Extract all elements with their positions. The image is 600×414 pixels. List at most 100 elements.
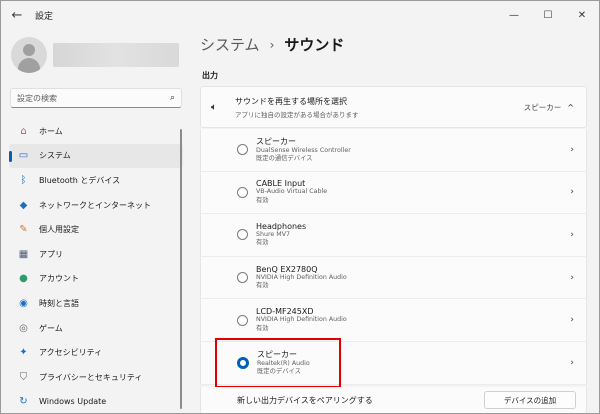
- sidebar-item-gamepad[interactable]: ◎ ゲーム: [9, 316, 183, 341]
- sidebar-item-label: 個人用設定: [39, 225, 79, 235]
- sidebar-item-label: 時刻と言語: [39, 298, 79, 308]
- output-selector-text: サウンドを再生する場所を選択 アプリに独自の設定がある場合があります: [235, 96, 524, 119]
- avatar-head-icon: [23, 44, 35, 56]
- sidebar-item-label: アプリ: [39, 249, 63, 259]
- bluetooth-icon: ᛒ: [20, 174, 27, 186]
- chevron-right-icon[interactable]: ›: [570, 273, 574, 283]
- home-icon: ⌂: [20, 125, 27, 137]
- search-input[interactable]: 設定の検索 ⌕: [10, 88, 182, 108]
- sidebar-item-label: アクセシビリティ: [39, 348, 103, 358]
- pair-device-row: 新しい出力デバイスをペアリングする デバイスの追加: [200, 387, 587, 413]
- sidebar-item-globe-clock[interactable]: ◉ 時刻と言語: [9, 291, 183, 316]
- search-placeholder: 設定の検索: [17, 93, 57, 103]
- chevron-right-icon[interactable]: ›: [570, 145, 574, 155]
- annotation-highlight-box: [215, 338, 341, 388]
- sidebar-item-shield[interactable]: ⛉ プライバシーとセキュリティ: [9, 365, 183, 390]
- wifi-icon: ◆: [19, 199, 28, 211]
- section-heading-output: 出力: [202, 71, 218, 80]
- output-device-row[interactable]: LCD-MF245XD NVIDIA High Definition Audio 有…: [200, 299, 587, 342]
- chevron-right-icon[interactable]: ›: [570, 230, 574, 240]
- sidebar-item-label: Bluetooth とデバイス: [39, 175, 121, 185]
- sidebar-item-system[interactable]: ▭ システム: [9, 143, 183, 169]
- breadcrumb-parent[interactable]: システム: [200, 34, 260, 55]
- chevron-up-icon[interactable]: ^: [567, 103, 574, 112]
- add-device-button[interactable]: デバイスの追加: [484, 391, 576, 409]
- speaker-icon: 🔈︎: [211, 101, 217, 113]
- breadcrumb: システム › サウンド: [200, 34, 344, 55]
- output-selector-title: サウンドを再生する場所を選択: [235, 96, 347, 106]
- system-icon: ▭: [18, 150, 29, 162]
- device-status: 有効: [256, 324, 269, 332]
- device-detail: NVIDIA High Definition Audio: [256, 273, 347, 281]
- breadcrumb-separator-icon: ›: [269, 37, 275, 52]
- app-title: 設定: [35, 11, 54, 22]
- sidebar-item-label: システム: [39, 151, 71, 161]
- blurred-user-name: [53, 43, 179, 67]
- settings-window: ← 設定 — ☐ ✕ 設定の検索 ⌕ ⌂ ホーム ▭ システム ᛒ Bluetooth と…: [0, 0, 600, 414]
- sidebar-item-label: Windows Update: [39, 397, 107, 407]
- output-device-selector[interactable]: 🔈︎ サウンドを再生する場所を選択 アプリに独自の設定がある場合があります スピ…: [200, 86, 587, 128]
- sidebar-item-account[interactable]: ● アカウント: [9, 267, 183, 292]
- device-detail: VB-Audio Virtual Cable: [256, 188, 328, 196]
- back-arrow-icon[interactable]: ←: [5, 5, 29, 25]
- chevron-right-icon[interactable]: ›: [570, 358, 574, 368]
- window-controls: — ☐ ✕: [497, 1, 599, 29]
- device-text: スピーカー DualSense Wireless Controller 既定の通信デ…: [256, 136, 570, 164]
- account-icon: ●: [19, 273, 28, 285]
- sidebar-item-apps[interactable]: ▦ アプリ: [9, 242, 183, 267]
- output-device-row[interactable]: スピーカー DualSense Wireless Controller 既定の通信デ…: [200, 129, 587, 172]
- sidebar-item-label: アカウント: [39, 274, 79, 284]
- device-name: スピーカー: [256, 136, 296, 146]
- device-status: 既定の通信デバイス: [256, 155, 313, 163]
- radio-button[interactable]: [237, 144, 248, 156]
- maximize-button[interactable]: ☐: [531, 1, 565, 29]
- device-detail: NVIDIA High Definition Audio: [256, 316, 347, 324]
- search-icon[interactable]: ⌕: [170, 93, 175, 103]
- sidebar-item-brush[interactable]: ✎ 個人用設定: [9, 217, 183, 242]
- radio-button[interactable]: [237, 272, 248, 284]
- avatar: [11, 37, 47, 73]
- device-name: Headphones: [256, 221, 307, 231]
- output-device-row[interactable]: Headphones Shure MV7 有効 ›: [200, 214, 587, 257]
- device-detail: Shure MV7: [256, 230, 291, 238]
- output-device-row[interactable]: BenQ EX2780Q NVIDIA High Definition Audio…: [200, 256, 587, 300]
- current-output-value: スピーカー: [523, 102, 562, 112]
- pair-device-label: 新しい出力デバイスをペアリングする: [237, 395, 373, 405]
- device-text: BenQ EX2780Q NVIDIA High Definition Audio…: [256, 265, 570, 291]
- avatar-body-icon: [18, 58, 40, 73]
- device-name: LCD-MF245XD: [256, 307, 314, 317]
- close-button[interactable]: ✕: [565, 1, 599, 29]
- sidebar-item-bluetooth[interactable]: ᛒ Bluetooth とデバイス: [9, 168, 183, 193]
- output-device-row[interactable]: CABLE Input VB-Audio Virtual Cable 有効 ›: [200, 171, 587, 215]
- chevron-right-icon[interactable]: ›: [570, 187, 574, 197]
- sidebar-item-wifi[interactable]: ◆ ネットワークとインターネット: [9, 193, 183, 218]
- radio-button[interactable]: [237, 314, 248, 326]
- minimize-button[interactable]: —: [497, 1, 531, 29]
- sidebar-item-label: ゲーム: [39, 323, 63, 333]
- sidebar-item-home[interactable]: ⌂ ホーム: [9, 119, 183, 144]
- device-status: 有効: [256, 196, 269, 204]
- shield-icon: ⛉: [19, 371, 28, 383]
- page-title: サウンド: [284, 36, 345, 54]
- device-text: CABLE Input VB-Audio Virtual Cable 有効: [256, 179, 570, 205]
- radio-button[interactable]: [237, 186, 248, 198]
- device-text: Headphones Shure MV7 有効: [256, 222, 570, 248]
- sidebar-item-label: プライバシーとセキュリティ: [39, 372, 143, 382]
- accessibility-icon: ✦: [19, 347, 28, 359]
- user-profile[interactable]: [11, 37, 179, 73]
- sidebar-nav: ⌂ ホーム ▭ システム ᛒ Bluetooth とデバイス ◆ ネットワークとインターネット…: [9, 119, 183, 413]
- sidebar-item-accessibility[interactable]: ✦ アクセシビリティ: [9, 340, 183, 365]
- device-text: LCD-MF245XD NVIDIA High Definition Audio 有…: [256, 307, 570, 333]
- sidebar-item-label: ホーム: [39, 126, 63, 136]
- device-status: 有効: [256, 239, 269, 247]
- brush-icon: ✎: [19, 224, 28, 236]
- chevron-right-icon[interactable]: ›: [570, 315, 574, 325]
- sidebar-item-update[interactable]: ↻ Windows Update: [9, 390, 183, 413]
- device-status: 有効: [256, 282, 269, 290]
- device-name: CABLE Input: [256, 179, 306, 189]
- gamepad-icon: ◎: [19, 322, 28, 334]
- update-icon: ↻: [19, 396, 28, 408]
- device-name: BenQ EX2780Q: [256, 264, 318, 274]
- sidebar-scrollbar[interactable]: [180, 129, 182, 409]
- radio-button[interactable]: [237, 229, 248, 241]
